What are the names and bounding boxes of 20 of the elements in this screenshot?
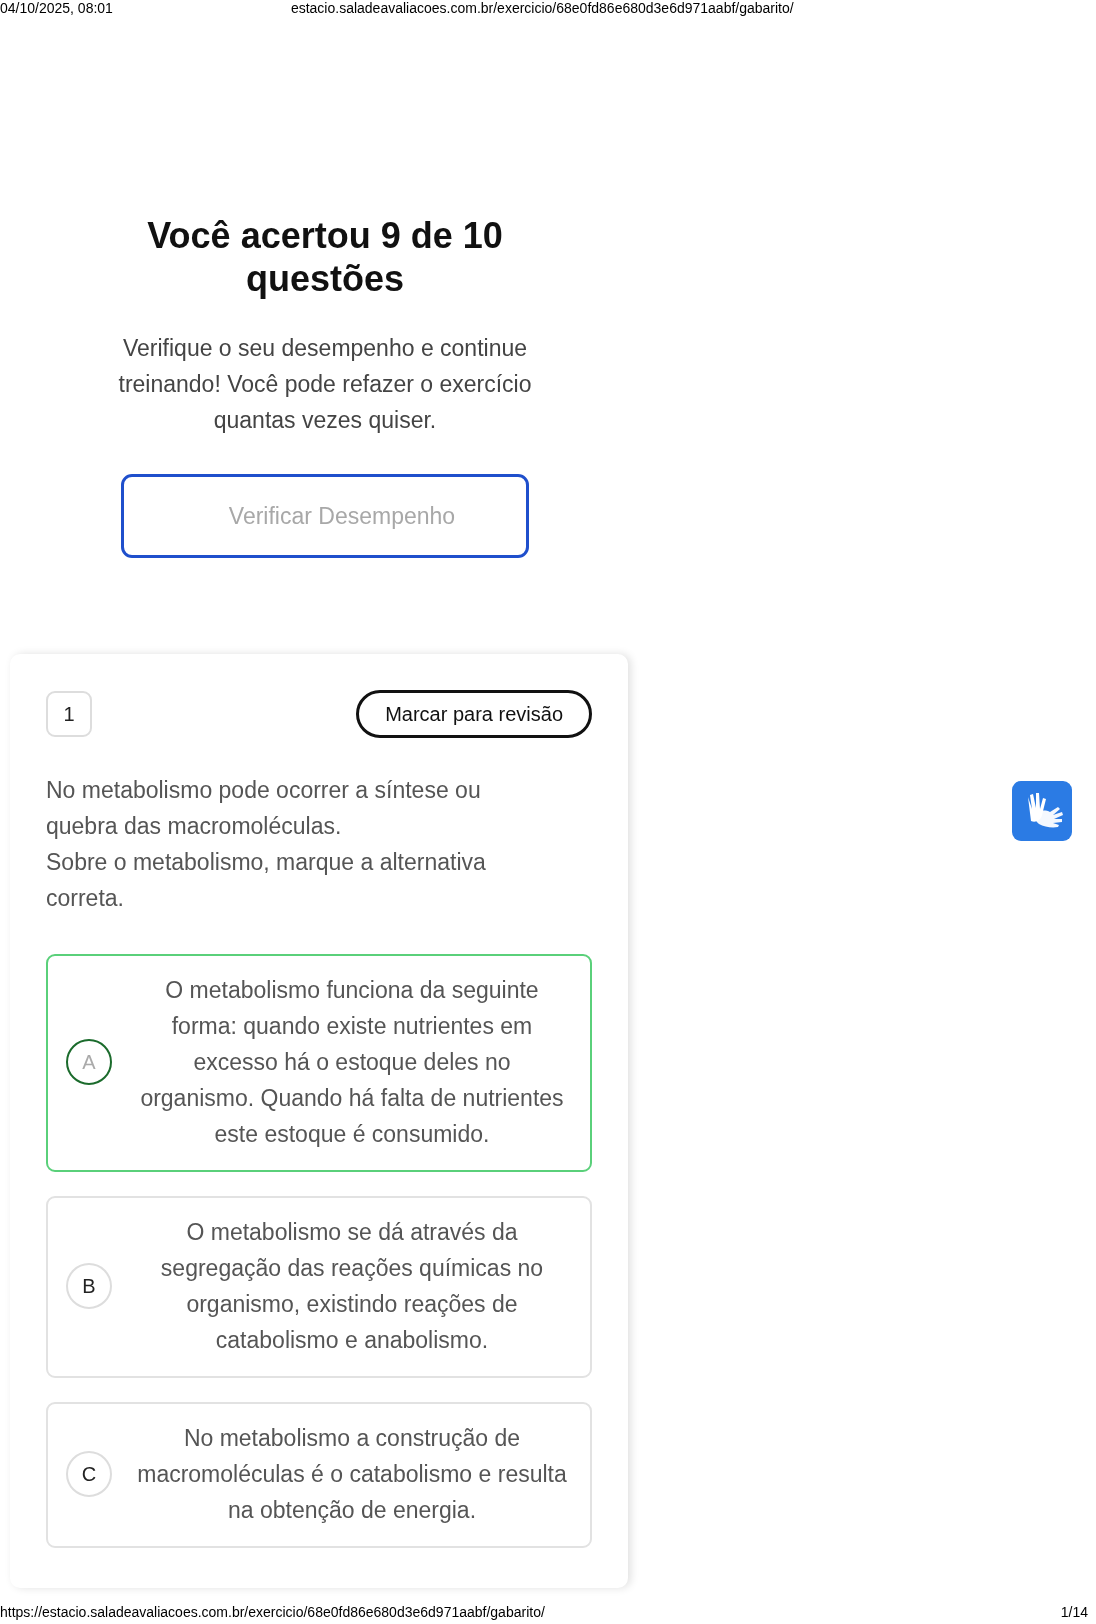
- question-text: Sobre o metabolismo, marque a alternativa correta.: [46, 848, 487, 913]
- option-text: O metabolismo funciona da seguinte forma: quando existe nutrientes em excesso há o estoque deles no organismo. Quando há falta de nutrientes este estoque é consumido.: [139, 976, 565, 1149]
- option-letter: B: [66, 1263, 112, 1309]
- question-text: No metabolismo pode ocorrer a síntese ou quebra das macromoléculas.: [46, 776, 482, 841]
- mark-for-review-button[interactable]: Marcar para revisão: [356, 690, 592, 738]
- answer-option[interactable]: A O metabolismo funciona da seguinte forma: quando existe nutrientes em excesso há o estoque deles no organismo. Quando há falta de nutrientes este estoque é consumido.: [46, 954, 592, 1172]
- page-number: 1/14: [1060, 1604, 1088, 1622]
- page-url: https://estacio.saladeavaliacoes.com.br/exercicio/68e0fd86e680d3e6d971aabf/gabarito/: [0, 1604, 545, 1622]
- option-text: O metabolismo se dá através da segregação das reações químicas no organismo, existindo reações de catabolismo e anabolismo.: [159, 1218, 545, 1355]
- question-number: 1: [46, 691, 92, 737]
- option-letter: C: [66, 1451, 112, 1497]
- result-subtitle: Verifique o seu desempenho e continue treinando! Você pode refazer o exercício quantas vezes quiser.: [117, 334, 533, 435]
- answer-option[interactable]: C No metabolismo a construção de macromoléculas é o catabolismo e resulta na obtenção de energia.: [46, 1402, 592, 1548]
- sign-language-icon[interactable]: [1012, 781, 1072, 841]
- answer-option[interactable]: B O metabolismo se dá através da segregação das reações químicas no organismo, existindo reações de catabolismo e anabolismo.: [46, 1196, 592, 1378]
- page-url: estacio.saladeavaliacoes.com.br/exercicio/68e0fd86e680d3e6d971aabf/gabarito/: [290, 0, 794, 18]
- option-text: No metabolismo a construção de macromoléculas é o catabolismo e resulta na obtenção de energia.: [136, 1424, 568, 1525]
- result-title: Você acertou 9 de 10 questões: [146, 214, 504, 300]
- option-letter: A: [66, 1039, 112, 1085]
- print-date: 04/10/2025, 08:01: [0, 0, 113, 18]
